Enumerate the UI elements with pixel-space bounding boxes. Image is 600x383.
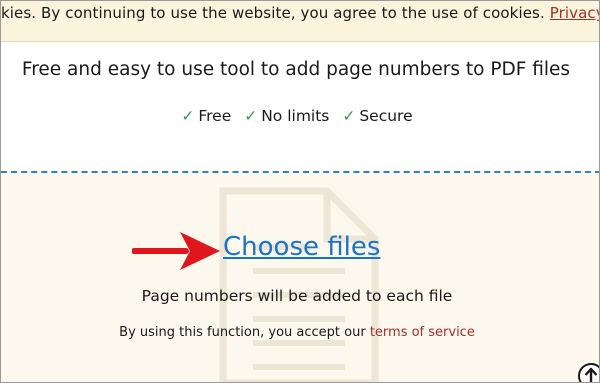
info-text: Page numbers will be added to each file: [141, 287, 453, 305]
feature-label: Secure: [359, 107, 413, 125]
hero-section: Free and easy to use tool to add page nu…: [1, 42, 599, 171]
feature-free: ✓ Free: [181, 105, 231, 127]
feature-label: Free: [198, 107, 232, 125]
feature-list: ✓ Free ✓ No limits ✓ Secure: [1, 105, 593, 127]
page-frame: kies. By continuing to use the website, …: [0, 0, 600, 383]
privacy-policy-link[interactable]: Privacy P: [550, 4, 599, 22]
choose-files-link[interactable]: Choose files: [223, 231, 380, 263]
cookie-message: kies. By continuing to use the website, …: [1, 3, 599, 23]
scroll-to-top-button[interactable]: [578, 363, 599, 382]
check-icon: ✓: [181, 107, 195, 125]
feature-no-limits: ✓ No limits: [244, 105, 329, 127]
file-dropzone[interactable]: Choose files Page numbers will be added …: [1, 171, 599, 382]
arrow-up-icon: [584, 367, 598, 382]
cookie-bar: kies. By continuing to use the website, …: [1, 1, 599, 42]
check-icon: ✓: [244, 107, 258, 125]
check-icon: ✓: [342, 107, 356, 125]
terms-of-service-link[interactable]: terms of service: [370, 325, 475, 340]
arrow-right-icon: [132, 232, 220, 270]
feature-label: No limits: [261, 107, 330, 125]
terms-prefix: By using this function, you accept our: [119, 325, 366, 340]
feature-secure: ✓ Secure: [342, 105, 412, 127]
cookie-text: kies. By continuing to use the website, …: [1, 4, 545, 22]
terms-notice: By using this function, you accept our t…: [1, 323, 593, 343]
page-subtitle: Free and easy to use tool to add page nu…: [21, 59, 571, 80]
